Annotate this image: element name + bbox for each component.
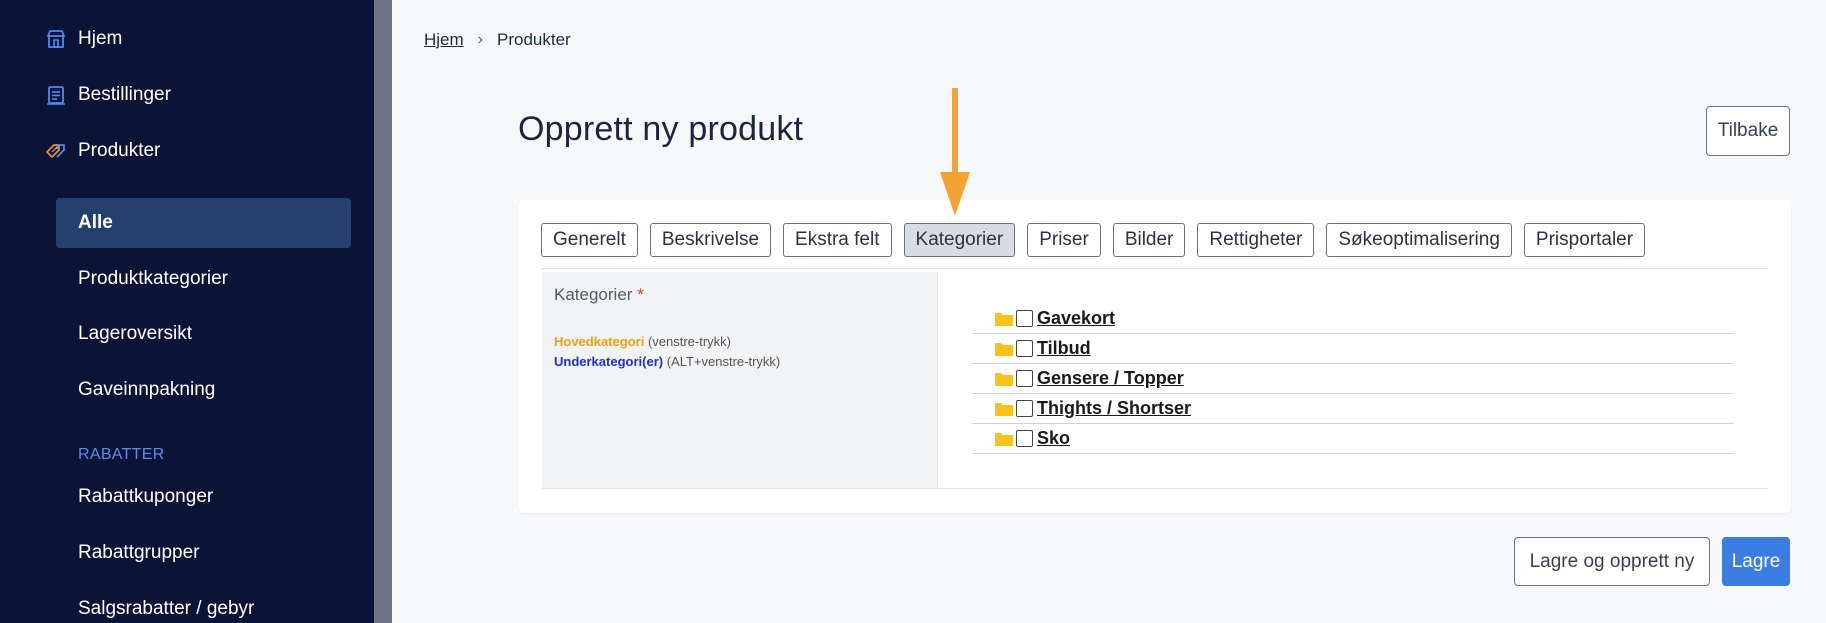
category-link[interactable]: Gavekort	[1037, 308, 1115, 329]
breadcrumb-home-link[interactable]: Hjem	[424, 30, 464, 50]
category-link[interactable]: Thights / Shortser	[1037, 398, 1191, 419]
nav-orders-label: Bestillinger	[78, 84, 171, 105]
required-mark: *	[637, 285, 644, 304]
category-link[interactable]: Sko	[1037, 428, 1070, 449]
category-checkbox[interactable]	[1016, 400, 1033, 417]
sidebar-item-salgsrabatter[interactable]: Salgsrabatter / gebyr	[56, 584, 351, 623]
sidebar-scrollbar[interactable]	[374, 0, 392, 623]
sidebar-item-label: Alle	[78, 212, 113, 233]
annotation-arrow-icon	[940, 88, 970, 216]
store-icon	[44, 27, 68, 51]
nav-home-label: Hjem	[78, 28, 123, 49]
tab-rettigheter[interactable]: Rettigheter	[1197, 223, 1315, 257]
category-checkbox[interactable]	[1016, 340, 1033, 357]
sidebar-item-label: Produktkategorier	[78, 268, 228, 289]
folder-icon	[994, 341, 1014, 357]
tab-beskrivelse[interactable]: Beskrivelse	[649, 223, 772, 257]
sidebar-item-produktkategorier[interactable]: Produktkategorier	[56, 254, 351, 304]
category-link[interactable]: Gensere / Topper	[1037, 368, 1184, 389]
section-label-rabatter: RABATTER	[78, 446, 165, 463]
folder-icon	[994, 311, 1014, 327]
hint-sub-action: (ALT+venstre-trykk)	[666, 354, 781, 369]
nav-orders[interactable]: Bestillinger	[44, 83, 171, 107]
breadcrumb: Hjem › Produkter	[424, 30, 571, 50]
category-link[interactable]: Tilbud	[1037, 338, 1091, 359]
sidebar-item-rabattkuponger[interactable]: Rabattkuponger	[56, 472, 351, 522]
folder-icon	[994, 371, 1014, 387]
nav-products-label: Produkter	[78, 140, 161, 161]
tab-generelt[interactable]: Generelt	[541, 223, 638, 257]
panel-divider	[542, 488, 1768, 489]
tree-row-gavekort: Gavekort	[972, 304, 1734, 334]
tab-bilder[interactable]: Bilder	[1112, 223, 1186, 257]
tags-icon	[44, 139, 68, 163]
hint-main-action: (venstre-trykk)	[647, 334, 731, 349]
page-title: Opprett ny produkt	[518, 110, 804, 148]
chevron-right-icon: ›	[477, 31, 483, 48]
sidebar-item-gaveinnpakning[interactable]: Gaveinnpakning	[56, 365, 351, 415]
tab-bar: Generelt Beskrivelse Ekstra felt Kategor…	[541, 223, 1646, 257]
tree-row-tilbud: Tilbud	[972, 334, 1734, 364]
tab-ekstra-felt[interactable]: Ekstra felt	[783, 223, 892, 257]
category-tree: Gavekort Tilbud Gensere / Topper Thights…	[972, 304, 1734, 454]
tab-priser[interactable]: Priser	[1027, 223, 1101, 257]
categories-field-label: Kategorier *	[554, 285, 644, 305]
save-and-create-new-button[interactable]: Lagre og opprett ny	[1514, 537, 1710, 586]
category-checkbox[interactable]	[1016, 370, 1033, 387]
sidebar-item-label: Salgsrabatter / gebyr	[78, 598, 255, 619]
nav-home[interactable]: Hjem	[44, 27, 122, 51]
sidebar-item-alle[interactable]: Alle	[56, 198, 351, 248]
folder-icon	[994, 431, 1014, 447]
sidebar: Hjem Bestillinger Produkter Alle Produkt…	[0, 0, 374, 623]
category-checkbox[interactable]	[1016, 430, 1033, 447]
tab-prisportaler[interactable]: Prisportaler	[1523, 223, 1646, 257]
sidebar-item-rabattgrupper[interactable]: Rabattgrupper	[56, 528, 351, 578]
sidebar-item-label: Gaveinnpakning	[78, 379, 216, 400]
back-button[interactable]: Tilbake	[1706, 106, 1790, 156]
categories-label-text: Kategorier	[554, 285, 633, 304]
order-list-icon	[44, 83, 68, 107]
hint-main-category: Hovedkategori (venstre-trykk)	[554, 334, 731, 349]
sidebar-item-label: Rabattkuponger	[78, 486, 214, 507]
tree-row-sko: Sko	[972, 424, 1734, 454]
hint-main-label: Hovedkategori	[554, 334, 645, 349]
save-button[interactable]: Lagre	[1722, 537, 1790, 586]
sidebar-item-label: Rabattgrupper	[78, 542, 200, 563]
sidebar-item-label: Lageroversikt	[78, 323, 193, 344]
tabs-divider	[541, 268, 1767, 269]
folder-icon	[994, 401, 1014, 417]
tab-kategorier[interactable]: Kategorier	[903, 223, 1016, 257]
breadcrumb-current: Produkter	[497, 30, 571, 49]
tab-sokeoptimalisering[interactable]: Søkeoptimalisering	[1326, 223, 1512, 257]
categories-label-panel: Kategorier * Hovedkategori (venstre-tryk…	[542, 272, 938, 488]
nav-products[interactable]: Produkter	[44, 139, 160, 163]
category-checkbox[interactable]	[1016, 310, 1033, 327]
hint-sub-category: Underkategori(er) (ALT+venstre-trykk)	[554, 354, 780, 369]
sidebar-item-lageroversikt[interactable]: Lageroversikt	[56, 309, 351, 359]
product-form-card: Generelt Beskrivelse Ekstra felt Kategor…	[518, 200, 1791, 513]
tree-row-gensere: Gensere / Topper	[972, 364, 1734, 394]
hint-sub-label: Underkategori(er)	[554, 354, 664, 369]
tree-row-thights: Thights / Shortser	[972, 394, 1734, 424]
